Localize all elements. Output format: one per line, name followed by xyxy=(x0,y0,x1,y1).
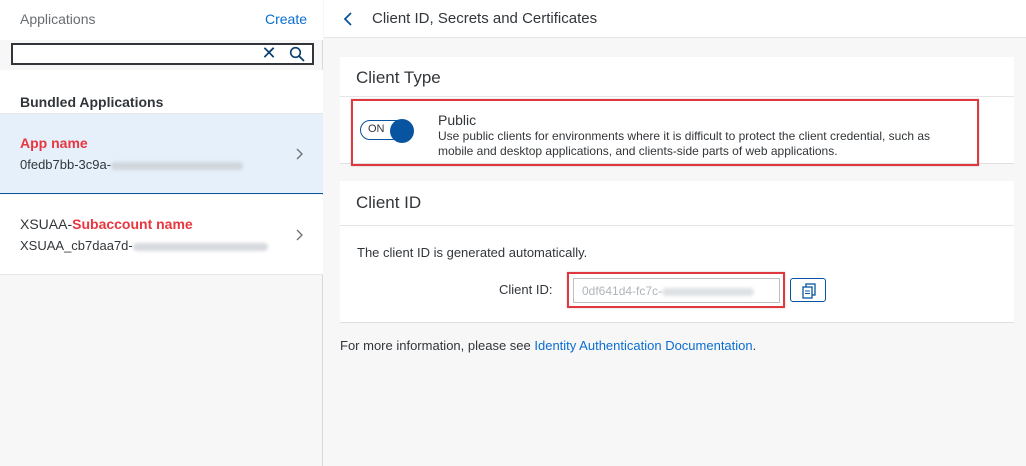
chevron-right-icon xyxy=(296,229,303,241)
client-id-info: The client ID is generated automatically… xyxy=(357,245,588,260)
copy-icon xyxy=(802,283,816,299)
main-header: Client ID, Secrets and Certificates xyxy=(324,0,1026,38)
page-title: Client ID, Secrets and Certificates xyxy=(372,10,598,27)
list-item-app[interactable]: App name 0fedb7bb-3c9a- xyxy=(0,114,323,194)
client-type-heading: Client Type xyxy=(356,68,441,87)
public-toggle[interactable]: ON xyxy=(360,119,415,143)
chevron-right-icon xyxy=(296,148,303,160)
search-field[interactable]: ✕ xyxy=(11,43,314,65)
search-icon[interactable] xyxy=(289,46,305,62)
app-name: App name xyxy=(20,135,88,151)
sidebar-title: Applications xyxy=(20,11,96,27)
list-item-xsuaa[interactable]: XSUAA-Subaccount name XSUAA_cb7daa7d- xyxy=(0,195,323,275)
toggle-knob xyxy=(390,119,414,143)
toggle-label: ON xyxy=(368,123,385,135)
xsuaa-name: XSUAA-Subaccount name xyxy=(20,216,193,232)
section-title: Bundled Applications xyxy=(20,94,164,110)
create-link[interactable]: Create xyxy=(265,11,307,27)
bundled-applications-header: Bundled Applications xyxy=(0,70,323,114)
redacted-id xyxy=(662,287,755,296)
documentation-link[interactable]: Identity Authentication Documentation xyxy=(534,338,752,353)
main-content: Client ID, Secrets and Certificates Clie… xyxy=(324,0,1026,466)
client-id-heading: Client ID xyxy=(356,193,422,212)
redacted-id xyxy=(111,161,244,170)
client-id-field[interactable]: 0df641d4-fc7c- xyxy=(573,278,780,303)
public-option-description: Use public clients for environments wher… xyxy=(438,129,931,158)
footer-info: For more information, please see Identit… xyxy=(340,338,757,353)
back-chevron-icon[interactable] xyxy=(342,12,354,26)
xsuaa-id: XSUAA_cb7daa7d- xyxy=(20,238,268,253)
copy-button[interactable] xyxy=(790,278,826,302)
redacted-id xyxy=(132,242,268,251)
clear-icon[interactable]: ✕ xyxy=(261,44,277,63)
public-option-title: Public xyxy=(438,112,477,128)
search-input[interactable] xyxy=(15,46,255,62)
client-id-label: Client ID: xyxy=(499,282,553,297)
app-id: 0fedb7bb-3c9a- xyxy=(20,157,244,172)
sidebar: Applications Create ✕ Bundled Applicatio… xyxy=(0,0,323,466)
sidebar-header: Applications Create xyxy=(0,0,323,40)
